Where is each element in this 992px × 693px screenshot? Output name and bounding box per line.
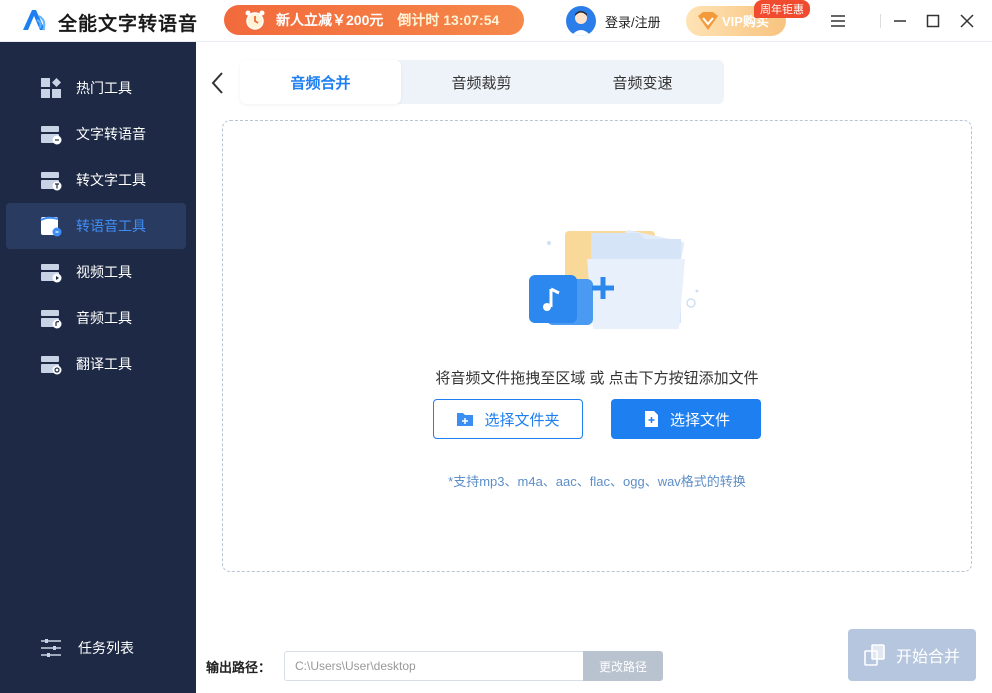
tab-audio-merge[interactable]: 音频合并 [240, 60, 401, 104]
sidebar-item-label: 翻译工具 [76, 356, 132, 372]
sidebar-item-label: 视频工具 [76, 264, 132, 280]
menu-icon[interactable] [828, 11, 848, 31]
text-to-speech-icon [41, 126, 62, 145]
back-arrow-icon[interactable] [208, 70, 228, 96]
output-path-label: 输出路径： [206, 660, 272, 675]
select-file-label: 选择文件 [669, 411, 730, 429]
close-icon[interactable] [957, 11, 977, 31]
video-icon [41, 264, 62, 283]
to-text-icon [41, 172, 62, 191]
app-logo-icon [23, 10, 46, 31]
supported-formats-note: *支持mp3、m4a、aac、flac、ogg、wav格式的转换 [448, 474, 746, 489]
task-list-label: 任务列表 [78, 640, 134, 656]
folder-add-icon [457, 413, 474, 426]
sidebar-item-to-text[interactable]: 转文字工具 [6, 157, 186, 203]
sidebar-item-label: 热门工具 [76, 80, 132, 96]
vip-diamond-icon [698, 12, 718, 30]
change-path-button[interactable]: 更改路径 [583, 651, 663, 681]
vip-badge: 周年钜惠 [754, 0, 810, 18]
translate-icon [41, 356, 62, 375]
sidebar-item-label: 音频工具 [76, 310, 132, 326]
promo-text: 新人立减￥200元 [276, 12, 384, 28]
tab-bar: 音频合并 音频裁剪 音频变速 [240, 60, 724, 104]
audio-icon [41, 310, 62, 329]
merge-icon [864, 644, 885, 666]
sidebar-item-label: 文字转语音 [76, 126, 146, 142]
sidebar-item-label: 转语音工具 [76, 218, 146, 234]
app-title: 全能文字转语音 [58, 14, 199, 35]
sidebar-item-hot-tools[interactable]: 热门工具 [6, 65, 186, 111]
sidebar-item-video[interactable]: 视频工具 [6, 249, 186, 295]
minimize-icon[interactable] [890, 11, 910, 31]
to-speech-icon [40, 216, 62, 237]
task-list-button[interactable]: 任务列表 [40, 637, 134, 659]
maximize-icon[interactable] [923, 11, 943, 31]
select-file-button[interactable]: 选择文件 [611, 399, 761, 439]
select-folder-button[interactable]: 选择文件夹 [433, 399, 583, 439]
user-avatar[interactable] [566, 6, 596, 36]
task-list-icon [41, 639, 61, 657]
sidebar-item-label: 转文字工具 [76, 172, 146, 188]
sidebar-item-to-speech[interactable]: 转语音工具 [6, 203, 186, 249]
title-divider [880, 14, 881, 28]
sidebar-item-translate[interactable]: 翻译工具 [6, 341, 186, 387]
alarm-clock-icon [245, 10, 265, 30]
user-icon [571, 11, 591, 36]
promo-banner[interactable]: 新人立减￥200元 倒计时 13:07:54 [224, 5, 524, 35]
tab-audio-trim[interactable]: 音频裁剪 [401, 60, 562, 104]
add-audio-folder-illustration [529, 230, 699, 329]
file-add-icon [644, 411, 658, 427]
sidebar-item-audio[interactable]: 音频工具 [6, 295, 186, 341]
promo-countdown: 倒计时 13:07:54 [397, 12, 500, 28]
login-link[interactable]: 登录/注册 [605, 12, 661, 31]
start-merge-button[interactable]: 开始合并 [848, 629, 976, 681]
start-merge-label: 开始合并 [895, 649, 960, 666]
drop-hint-text: 将音频文件拖拽至区域 或 点击下方按钮添加文件 [435, 370, 759, 387]
file-drop-zone[interactable]: 将音频文件拖拽至区域 或 点击下方按钮添加文件 选择文件夹 选择文件 *支持mp… [222, 120, 972, 572]
select-folder-label: 选择文件夹 [484, 411, 560, 429]
grid-icon [41, 78, 61, 98]
sidebar: 热门工具 文字转语音 转文字工具 转语音工具 视频工具 音频工具 翻译工具 [0, 42, 196, 693]
title-bar: 全能文字转语音 新人立减￥200元 倒计时 13:07:54 登录/注册 VIP… [0, 0, 992, 42]
output-path-field[interactable]: C:\Users\User\desktop [284, 651, 584, 681]
sidebar-item-text-to-speech[interactable]: 文字转语音 [6, 111, 186, 157]
tab-audio-speed[interactable]: 音频变速 [562, 60, 723, 104]
